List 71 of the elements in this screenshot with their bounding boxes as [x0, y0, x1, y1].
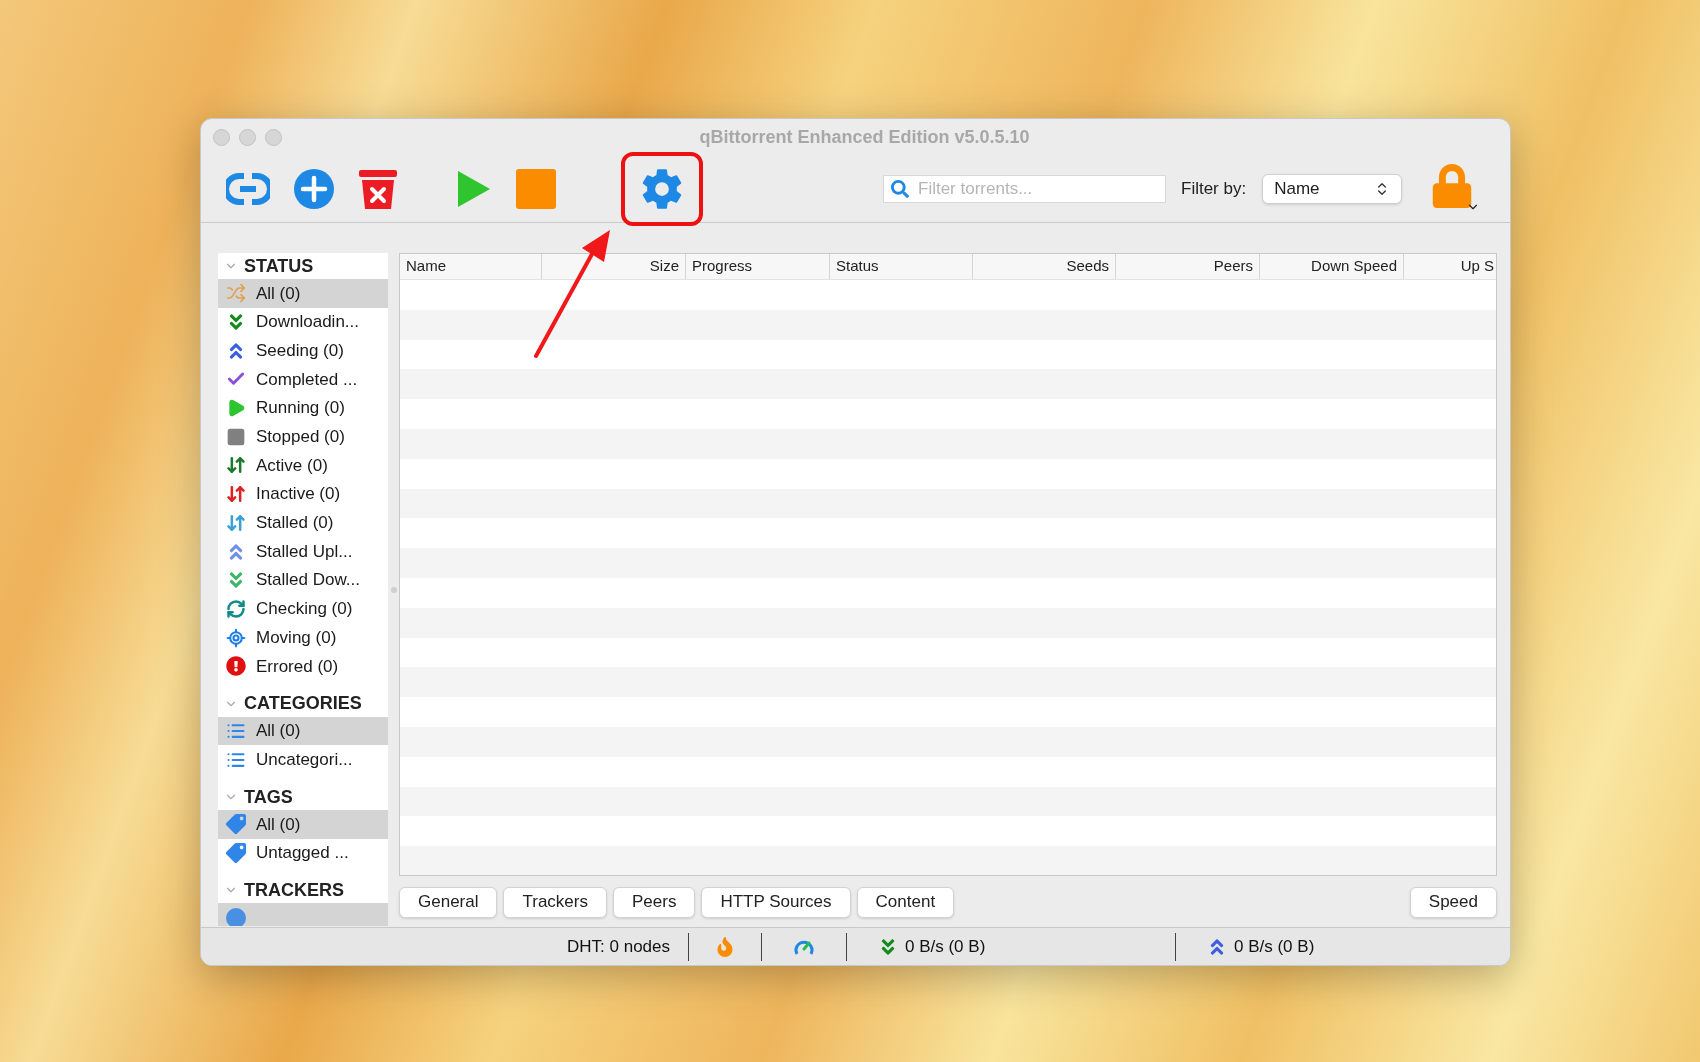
speed-tab[interactable]: Speed — [1409, 886, 1497, 918]
column-header[interactable]: Peers — [1116, 254, 1260, 279]
column-header[interactable]: Down Speed — [1260, 254, 1404, 279]
splitter-handle[interactable] — [390, 587, 397, 593]
refresh-icon — [226, 598, 246, 619]
sidebar-item[interactable] — [218, 903, 388, 926]
settings-icon — [640, 167, 684, 211]
double-up-icon — [1208, 936, 1226, 957]
section-heading: CATEGORIES — [244, 692, 362, 716]
close-window-button[interactable] — [213, 129, 230, 146]
detail-tab[interactable]: General — [399, 886, 498, 918]
column-header[interactable]: Up S — [1404, 254, 1496, 279]
zoom-window-button[interactable] — [265, 129, 282, 146]
stop-button[interactable] — [513, 166, 559, 212]
filter-label: Filter by: — [1181, 178, 1247, 201]
plus-icon — [293, 168, 335, 210]
tag-icon — [226, 843, 246, 864]
section-heading: STATUS — [244, 254, 314, 278]
section-heading: TRACKERS — [244, 878, 344, 902]
sidebar-item[interactable]: Completed ... — [218, 365, 388, 394]
detail-tab[interactable]: Trackers — [503, 886, 607, 918]
square-icon — [226, 426, 246, 447]
sidebar-item[interactable]: Stalled Dow... — [218, 565, 388, 595]
sidebar-item[interactable]: All (0) — [218, 279, 388, 308]
add-torrent-button[interactable] — [291, 166, 337, 212]
sidebar-item[interactable]: Stopped (0) — [218, 422, 388, 452]
arrows-icon — [226, 455, 246, 476]
arrows-icon — [226, 484, 246, 505]
double-down-icon — [879, 936, 897, 957]
lock-icon — [1432, 164, 1473, 208]
sidebar-item[interactable]: Untagged ... — [218, 838, 388, 868]
sidebar-item[interactable]: Running (0) — [218, 393, 388, 423]
error-icon — [226, 656, 246, 677]
column-header[interactable]: Name — [400, 254, 542, 279]
upload-speed: 0 B/s (0 B) — [1234, 935, 1315, 958]
sidebar-item[interactable]: Uncategori... — [218, 745, 388, 774]
dht-status: DHT: 0 nodes — [567, 935, 670, 958]
section-heading: TAGS — [244, 785, 293, 809]
arrows-icon — [226, 512, 246, 533]
search-field[interactable]: Filter torrents... — [883, 175, 1166, 203]
link-icon — [226, 171, 270, 207]
tag-icon — [226, 814, 246, 835]
detail-tab[interactable]: Content — [856, 886, 955, 918]
play-icon — [226, 398, 246, 419]
sidebar-item[interactable]: Checking (0) — [218, 594, 388, 624]
flame-icon — [716, 936, 734, 957]
detail-tab[interactable]: HTTP Sources — [701, 886, 851, 918]
sidebar-item[interactable]: All (0) — [218, 810, 388, 839]
column-header[interactable]: Status — [830, 254, 973, 279]
sidebar-item[interactable]: Errored (0) — [218, 651, 388, 681]
shuffle-icon — [226, 283, 246, 304]
sidebar-item[interactable]: Stalled Upl... — [218, 537, 388, 566]
search-icon — [891, 180, 909, 198]
trash-icon — [358, 168, 398, 210]
play-icon — [456, 169, 492, 209]
sidebar-item[interactable]: Downloadin... — [218, 307, 388, 337]
crosshair-icon — [226, 627, 246, 648]
square-icon — [516, 169, 556, 209]
window-title: qBittorrent Enhanced Edition v5.0.5.10 — [699, 126, 1030, 149]
sidebar-item[interactable]: Active (0) — [218, 451, 388, 480]
minimize-window-button[interactable] — [239, 129, 256, 146]
filter-select[interactable]: Name — [1262, 174, 1403, 204]
sidebar-item[interactable]: Seeding (0) — [218, 336, 388, 366]
sidebar-item[interactable]: All (0) — [218, 716, 388, 746]
sidebar-item[interactable]: Inactive (0) — [218, 479, 388, 509]
column-header[interactable]: Progress — [686, 254, 830, 279]
download-speed: 0 B/s (0 B) — [905, 935, 986, 958]
sidebar-item[interactable]: Stalled (0) — [218, 508, 388, 538]
column-header[interactable]: Seeds — [973, 254, 1116, 279]
sidebar-item[interactable]: Moving (0) — [218, 623, 388, 652]
detail-tab[interactable]: Peers — [613, 886, 696, 918]
